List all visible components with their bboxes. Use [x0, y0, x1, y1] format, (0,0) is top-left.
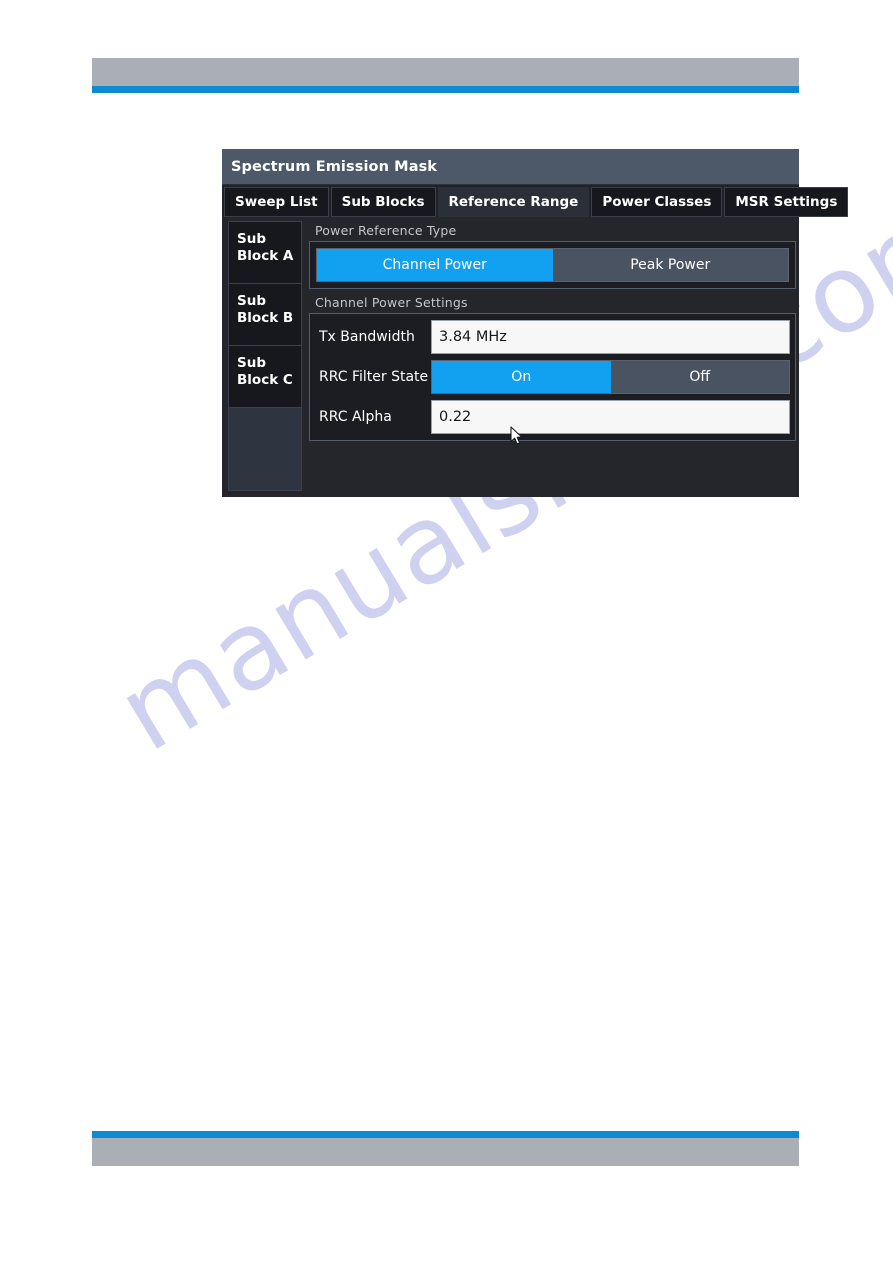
dialog-titlebar: Spectrum Emission Mask	[222, 149, 799, 185]
power-reference-type-option-peak-power[interactable]: Peak Power	[552, 249, 788, 281]
rrc-filter-state-label: RRC Filter State	[319, 368, 429, 385]
tab-sub-blocks-label: Sub Blocks	[341, 194, 425, 210]
power-reference-type-box: Channel Power Peak Power	[309, 241, 796, 289]
footer-rule-blue	[92, 1131, 799, 1138]
sidebar-item-sub-block-a-line2: Block A	[237, 248, 294, 264]
channel-power-settings-group: Channel Power Settings Tx Bandwidth 3.84…	[309, 293, 796, 441]
rrc-alpha-input[interactable]: 0.22	[431, 399, 790, 434]
rrc-filter-state-option-off-label: Off	[689, 368, 711, 385]
rrc-filter-state-option-off[interactable]: Off	[610, 360, 789, 393]
tab-power-classes[interactable]: Power Classes	[591, 187, 723, 217]
channel-power-settings-box: Tx Bandwidth 3.84 MHz RRC Filter State O…	[309, 313, 796, 441]
tab-power-classes-label: Power Classes	[602, 194, 712, 210]
rrc-alpha-label: RRC Alpha	[319, 408, 392, 425]
power-reference-type-option-peak-power-label: Peak Power	[630, 257, 711, 273]
tx-bandwidth-label: Tx Bandwidth	[319, 328, 415, 345]
rrc-filter-state-option-on[interactable]: On	[432, 360, 611, 393]
rrc-alpha-row: RRC Alpha 0.22	[315, 398, 790, 435]
sidebar-item-sub-block-a[interactable]: Sub Block A	[229, 222, 301, 284]
sidebar-item-sub-block-b-line2: Block B	[237, 310, 294, 326]
spectrum-emission-mask-dialog: Spectrum Emission Mask Sweep List Sub Bl…	[222, 149, 849, 497]
tab-msr-settings-label: MSR Settings	[735, 194, 838, 210]
sidebar-item-sub-block-c-line2: Block C	[237, 372, 293, 388]
header-rule-gray	[92, 58, 799, 86]
tx-bandwidth-input[interactable]: 3.84 MHz	[431, 319, 790, 354]
sidebar-item-sub-block-c-line1: Sub	[237, 355, 266, 371]
tab-reference-range-label: Reference Range	[448, 194, 579, 210]
tx-bandwidth-row: Tx Bandwidth 3.84 MHz	[315, 318, 790, 355]
rrc-filter-state-toggle: On Off	[431, 359, 790, 394]
header-rule-blue	[92, 86, 799, 93]
sidebar-item-sub-block-b[interactable]: Sub Block B	[229, 284, 301, 346]
sidebar-item-sub-block-a-line1: Sub	[237, 231, 266, 247]
power-reference-type-label: Power Reference Type	[315, 223, 457, 238]
tab-reference-range[interactable]: Reference Range	[437, 187, 590, 217]
sub-block-sidebar: Sub Block A Sub Block B Sub Block C	[228, 221, 302, 491]
sidebar-item-sub-block-c[interactable]: Sub Block C	[229, 346, 301, 408]
dialog-content: Power Reference Type Channel Power Peak …	[302, 221, 796, 491]
rrc-filter-state-row: RRC Filter State On Off	[315, 358, 790, 395]
power-reference-type-group: Power Reference Type Channel Power Peak …	[309, 221, 796, 289]
rrc-filter-state-option-on-label: On	[511, 368, 532, 385]
sidebar-item-sub-block-b-line1: Sub	[237, 293, 266, 309]
power-reference-type-option-channel-power-label: Channel Power	[382, 257, 487, 273]
power-reference-type-option-channel-power[interactable]: Channel Power	[317, 249, 553, 281]
dialog-title: Spectrum Emission Mask	[231, 158, 438, 175]
footer-rule-gray	[92, 1138, 799, 1166]
tab-strip: Sweep List Sub Blocks Reference Range Po…	[222, 185, 849, 217]
tab-sweep-list[interactable]: Sweep List	[224, 187, 329, 217]
tab-sweep-list-label: Sweep List	[235, 194, 318, 210]
channel-power-settings-label: Channel Power Settings	[315, 295, 468, 310]
tab-sub-blocks[interactable]: Sub Blocks	[330, 187, 436, 217]
power-reference-type-toggle: Channel Power Peak Power	[316, 248, 789, 282]
dialog-body: Sub Block A Sub Block B Sub Block C Powe…	[222, 217, 799, 494]
tab-msr-settings[interactable]: MSR Settings	[724, 187, 849, 217]
